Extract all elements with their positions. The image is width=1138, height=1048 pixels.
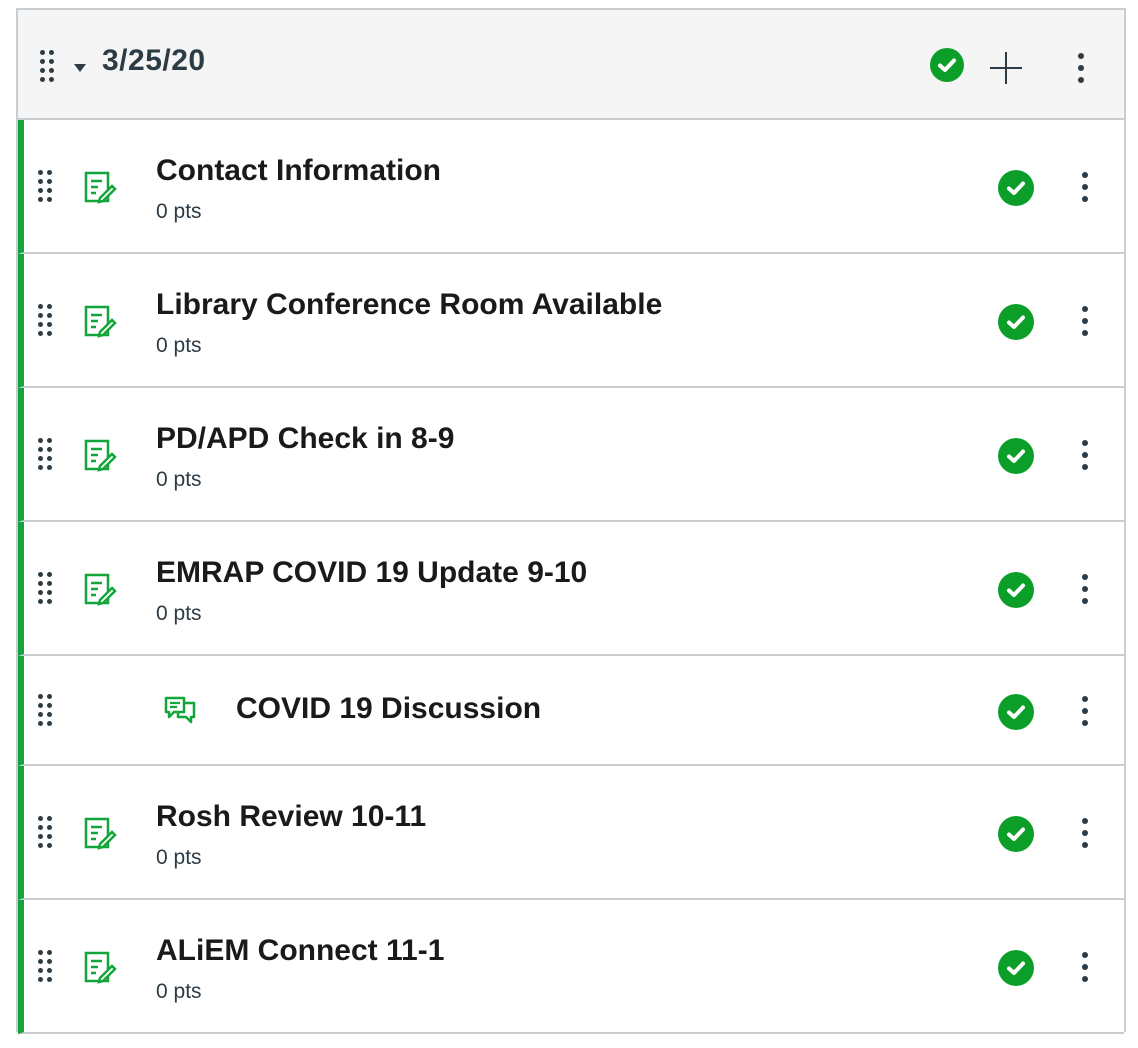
add-item-icon[interactable] (988, 50, 1024, 86)
module-header[interactable]: 3/25/20 (18, 10, 1124, 120)
module-item[interactable]: Contact Information 0 pts (18, 120, 1124, 254)
module-item[interactable]: ALiEM Connect 11-1 0 pts (18, 900, 1124, 1034)
assignment-icon (82, 572, 118, 608)
drag-handle-icon[interactable] (38, 950, 54, 984)
item-points: 0 pts (156, 602, 202, 625)
item-options-icon[interactable] (1080, 696, 1090, 726)
item-title[interactable]: COVID 19 Discussion (236, 692, 541, 726)
drag-handle-icon[interactable] (38, 816, 54, 850)
module-item[interactable]: COVID 19 Discussion (18, 656, 1124, 766)
assignment-icon (82, 304, 118, 340)
item-options-icon[interactable] (1080, 306, 1090, 336)
assignment-icon (82, 438, 118, 474)
published-check-icon[interactable] (930, 48, 964, 82)
module-item[interactable]: PD/APD Check in 8-9 0 pts (18, 388, 1124, 522)
item-points: 0 pts (156, 980, 202, 1003)
drag-handle-icon[interactable] (40, 50, 56, 84)
item-title[interactable]: Contact Information (156, 154, 441, 188)
module-title: 3/25/20 (102, 44, 206, 77)
item-points: 0 pts (156, 468, 202, 491)
published-check-icon[interactable] (998, 438, 1034, 474)
item-title[interactable]: EMRAP COVID 19 Update 9-10 (156, 556, 587, 590)
collapse-caret-icon[interactable] (74, 64, 86, 72)
item-title[interactable]: ALiEM Connect 11-1 (156, 934, 444, 968)
item-options-icon[interactable] (1080, 818, 1090, 848)
module-options-icon[interactable] (1076, 53, 1086, 83)
assignment-icon (82, 170, 118, 206)
drag-handle-icon[interactable] (38, 304, 54, 338)
published-check-icon[interactable] (998, 694, 1034, 730)
published-check-icon[interactable] (998, 950, 1034, 986)
module-items: Contact Information 0 pts Library Confer… (18, 120, 1124, 1034)
published-check-icon[interactable] (998, 170, 1034, 206)
item-title[interactable]: PD/APD Check in 8-9 (156, 422, 454, 456)
item-points: 0 pts (156, 200, 202, 223)
published-check-icon[interactable] (998, 572, 1034, 608)
item-options-icon[interactable] (1080, 172, 1090, 202)
module-item[interactable]: Library Conference Room Available 0 pts (18, 254, 1124, 388)
drag-handle-icon[interactable] (38, 694, 54, 728)
assignment-icon (82, 816, 118, 852)
published-check-icon[interactable] (998, 304, 1034, 340)
item-title[interactable]: Rosh Review 10-11 (156, 800, 426, 834)
item-options-icon[interactable] (1080, 952, 1090, 982)
item-title[interactable]: Library Conference Room Available (156, 288, 662, 322)
drag-handle-icon[interactable] (38, 170, 54, 204)
drag-handle-icon[interactable] (38, 438, 54, 472)
discussion-icon (162, 692, 198, 728)
drag-handle-icon[interactable] (38, 572, 54, 606)
assignment-icon (82, 950, 118, 986)
published-check-icon[interactable] (998, 816, 1034, 852)
module: 3/25/20 Contact Information 0 pts Librar… (16, 8, 1126, 1034)
item-points: 0 pts (156, 846, 202, 869)
item-options-icon[interactable] (1080, 440, 1090, 470)
item-options-icon[interactable] (1080, 574, 1090, 604)
item-points: 0 pts (156, 334, 202, 357)
module-item[interactable]: EMRAP COVID 19 Update 9-10 0 pts (18, 522, 1124, 656)
module-item[interactable]: Rosh Review 10-11 0 pts (18, 766, 1124, 900)
